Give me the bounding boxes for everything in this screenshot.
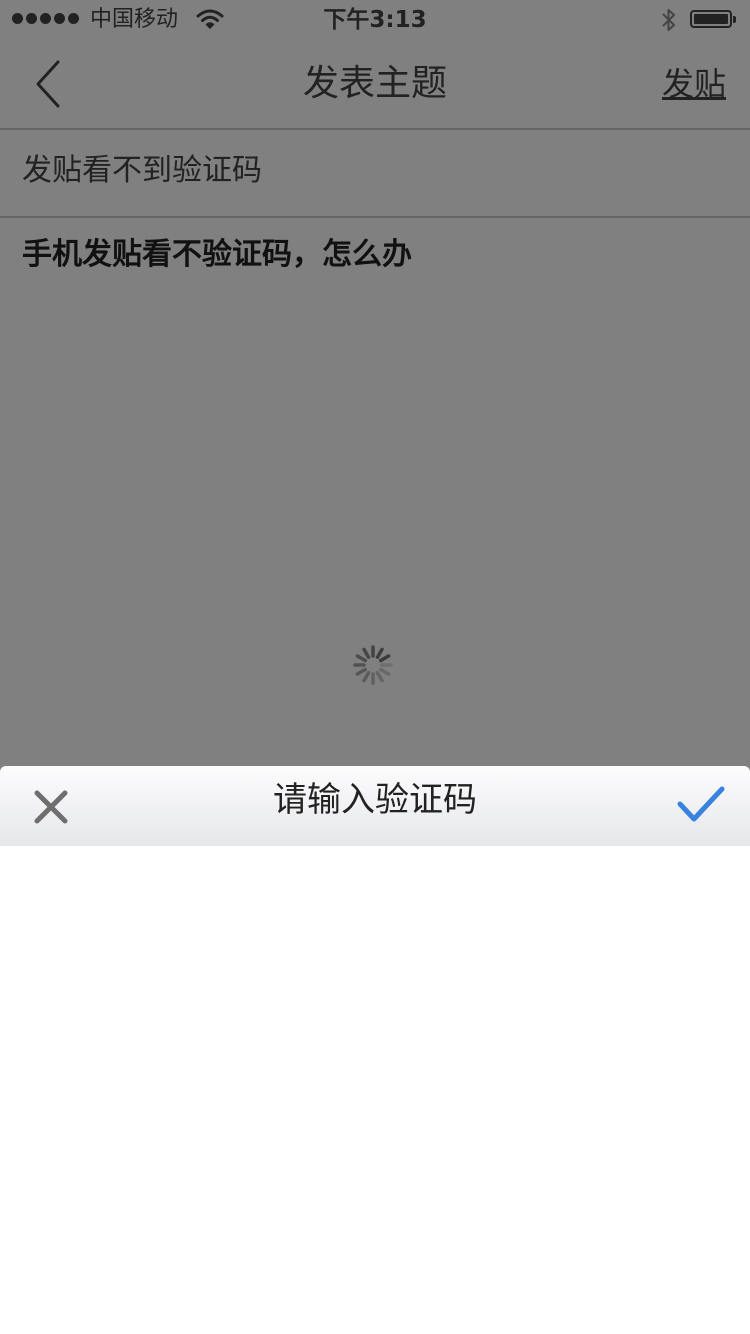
bluetooth-icon	[662, 9, 675, 31]
captcha-sheet-header: 请输入验证码	[0, 766, 750, 846]
status-bar: 中国移动 下午3:13	[0, 0, 750, 40]
divider	[0, 216, 750, 218]
clock: 下午3:13	[323, 7, 427, 33]
divider	[0, 128, 750, 130]
checkmark-icon[interactable]	[676, 784, 726, 826]
subject-field[interactable]: 发贴看不到验证码	[22, 150, 262, 192]
captcha-title: 请输入验证码	[273, 780, 477, 820]
spinner-icon	[353, 645, 393, 685]
page-title: 发表主题	[302, 63, 447, 104]
post-button[interactable]: 发贴	[662, 62, 726, 106]
captcha-sheet-body	[0, 846, 750, 1334]
navigation-bar: 发表主题 发贴	[0, 40, 750, 128]
battery-icon	[690, 10, 736, 28]
content-field[interactable]: 手机发贴看不验证码，怎么办	[22, 234, 412, 276]
